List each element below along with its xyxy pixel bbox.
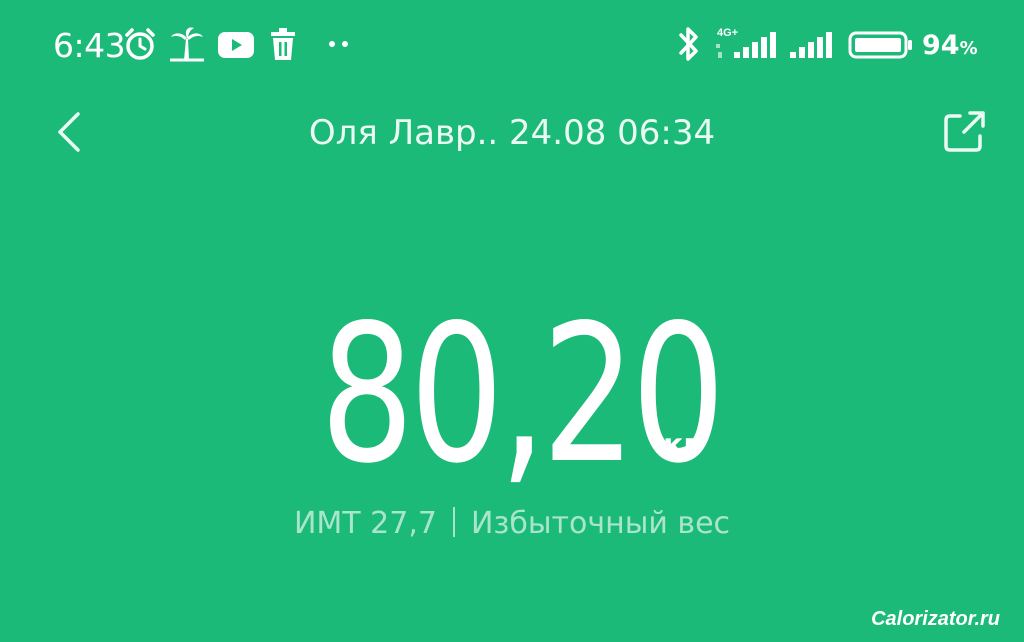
- bluetooth-icon: [679, 27, 698, 61]
- page-title: Оля Лавр.. 24.08 06:34: [308, 113, 716, 153]
- alarm-icon: [125, 28, 155, 60]
- battery-percent: 94%: [922, 30, 978, 61]
- status-time: 6:43: [53, 26, 126, 65]
- weight-unit: кг: [663, 428, 700, 463]
- divider: [452, 507, 455, 537]
- bmi-summary: ИМТ 27,7 Избыточный вес: [0, 506, 1024, 541]
- bmi-value: ИМТ 27,7: [293, 506, 437, 541]
- more-dots-icon: [329, 41, 348, 47]
- signal-icon-2: [790, 32, 832, 58]
- bmi-status: Избыточный вес: [470, 506, 731, 541]
- share-button[interactable]: [938, 106, 990, 158]
- youtube-icon: [218, 32, 254, 58]
- battery-icon: [848, 31, 912, 59]
- header: Оля Лавр.. 24.08 06:34: [0, 100, 1024, 164]
- share-icon: [944, 111, 985, 152]
- weight-value: 80,20: [320, 284, 726, 505]
- signal-icon: [716, 32, 776, 58]
- palm-tree-icon: [170, 27, 204, 62]
- trash-icon: [271, 28, 295, 60]
- watermark: Calorizator.ru: [871, 608, 1000, 630]
- status-bar: 6:43 4G+ 94%: [0, 0, 1024, 90]
